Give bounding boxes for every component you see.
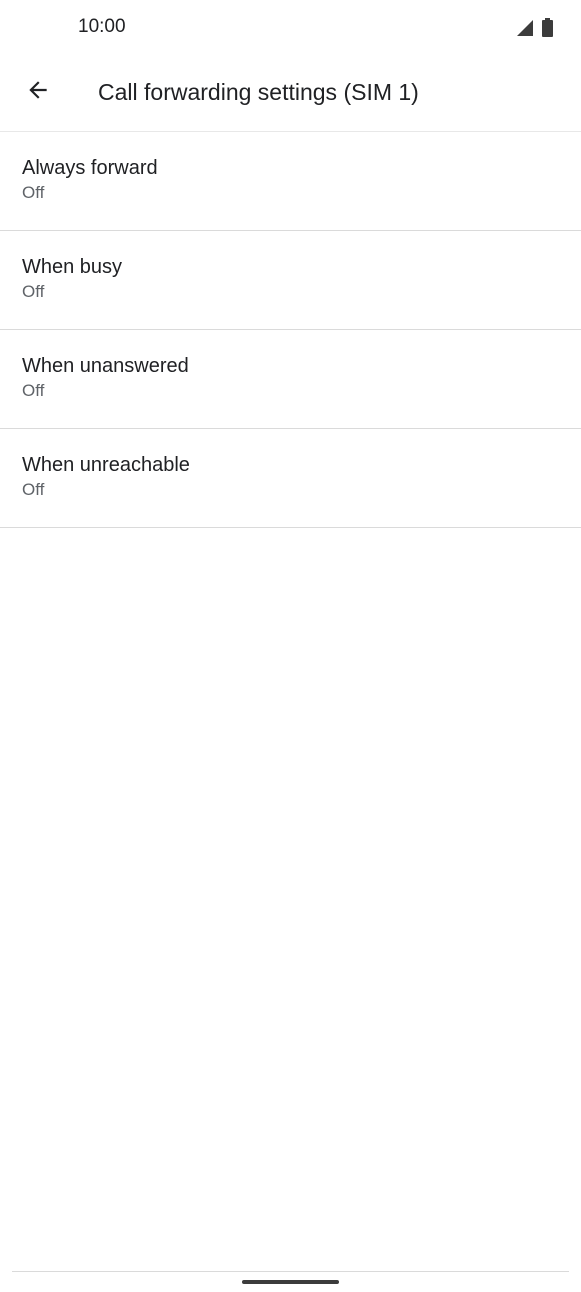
list-item-when-unreachable[interactable]: When unreachable Off: [0, 429, 581, 528]
back-button[interactable]: [16, 70, 60, 114]
signal-icon: [516, 19, 534, 42]
settings-list: Always forward Off When busy Off When un…: [0, 132, 581, 528]
gesture-nav-handle[interactable]: [242, 1280, 339, 1284]
battery-icon: [542, 18, 553, 42]
item-title: When unanswered: [22, 355, 189, 377]
item-title: Always forward: [22, 157, 158, 179]
page-title: Call forwarding settings (SIM 1): [98, 79, 419, 105]
item-title: When busy: [22, 256, 123, 278]
item-summary: Off: [22, 480, 45, 499]
item-summary: Off: [22, 381, 45, 400]
item-summary: Off: [22, 282, 45, 301]
arrow-back-icon: [25, 77, 51, 108]
item-title: When unreachable: [22, 454, 190, 476]
status-bar: 10:00: [0, 0, 581, 56]
list-item-when-busy[interactable]: When busy Off: [0, 231, 581, 330]
list-item-when-unanswered[interactable]: When unanswered Off: [0, 330, 581, 429]
app-bar: Call forwarding settings (SIM 1): [0, 56, 581, 132]
item-summary: Off: [22, 183, 45, 202]
list-item-always-forward[interactable]: Always forward Off: [0, 132, 581, 231]
status-icons: [516, 18, 553, 42]
status-time: 10:00: [78, 16, 126, 37]
nav-divider: [12, 1271, 569, 1272]
